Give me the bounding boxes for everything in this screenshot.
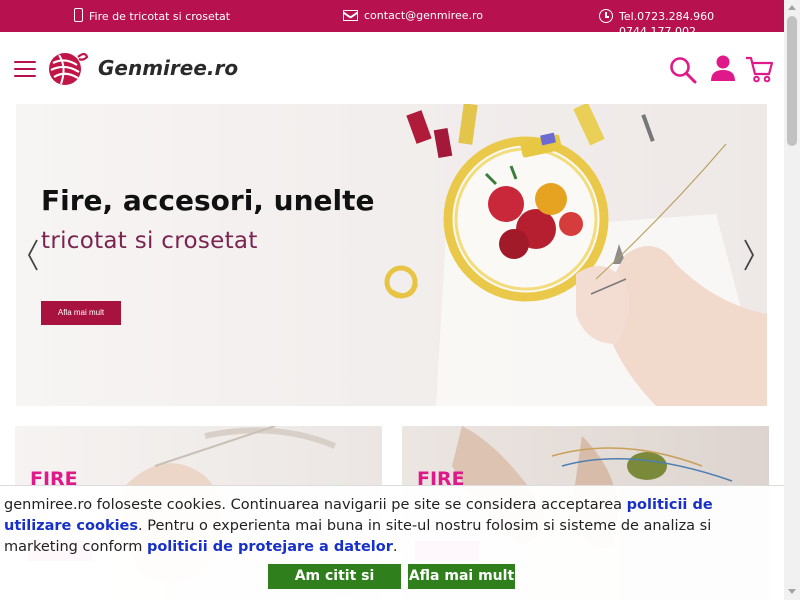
hero-subtitle: tricotat si crosetat (41, 228, 258, 254)
search-icon[interactable] (669, 56, 697, 84)
topbar-tagline: Fire de tricotat si crosetat (74, 8, 231, 23)
alarm-clock-icon (599, 9, 613, 23)
hero-learn-more-button[interactable]: Afla mai mult (41, 301, 121, 325)
embroidery-hero-image (384, 104, 767, 406)
topbar-hours (599, 9, 619, 23)
site-logo-text[interactable]: Genmiree.ro (98, 56, 238, 80)
menu-icon[interactable] (14, 61, 36, 77)
mobile-phone-icon (74, 8, 83, 22)
hero-title: Fire, accesori, unelte (41, 184, 375, 217)
topbar-email-text[interactable]: contact@genmiree.ro (364, 9, 483, 22)
scroll-up-arrow-icon[interactable] (788, 5, 796, 10)
cart-icon[interactable] (744, 54, 774, 84)
cookie-text-part1: genmiree.ro foloseste cookies. Continuar… (4, 497, 627, 513)
slider-next-arrow-icon[interactable] (742, 238, 756, 272)
hero-slider: Fire, accesori, unelte tricotat si crose… (16, 104, 767, 406)
cookie-text-part3: . (392, 539, 398, 555)
cookie-banner: genmiree.ro foloseste cookies. Continuar… (0, 485, 784, 600)
scroll-down-arrow-icon[interactable] (788, 589, 796, 594)
phone-number-1[interactable]: Tel.0723.284.960 (619, 9, 714, 24)
slider-prev-arrow-icon[interactable] (26, 238, 40, 272)
cookie-learn-more-button[interactable]: Afla mai mult (408, 564, 515, 589)
yarn-logo-icon[interactable] (45, 47, 89, 87)
envelope-icon (343, 10, 358, 21)
site-header: Genmiree.ro (0, 32, 784, 104)
page: Fire de tricotat si crosetat contact@gen… (0, 0, 800, 600)
user-icon[interactable] (709, 54, 737, 82)
top-info-bar: Fire de tricotat si crosetat contact@gen… (0, 0, 784, 38)
topbar-tagline-text: Fire de tricotat si crosetat (89, 9, 231, 23)
cookie-message: genmiree.ro foloseste cookies. Continuar… (4, 495, 780, 558)
privacy-policy-link[interactable]: politicii de protejare a datelor (147, 539, 393, 555)
cookie-accept-button[interactable]: Am citit si accept (268, 564, 401, 600)
scrollbar[interactable] (784, 0, 800, 600)
topbar-email[interactable]: contact@genmiree.ro (343, 9, 483, 22)
scrollbar-thumb[interactable] (787, 16, 797, 146)
